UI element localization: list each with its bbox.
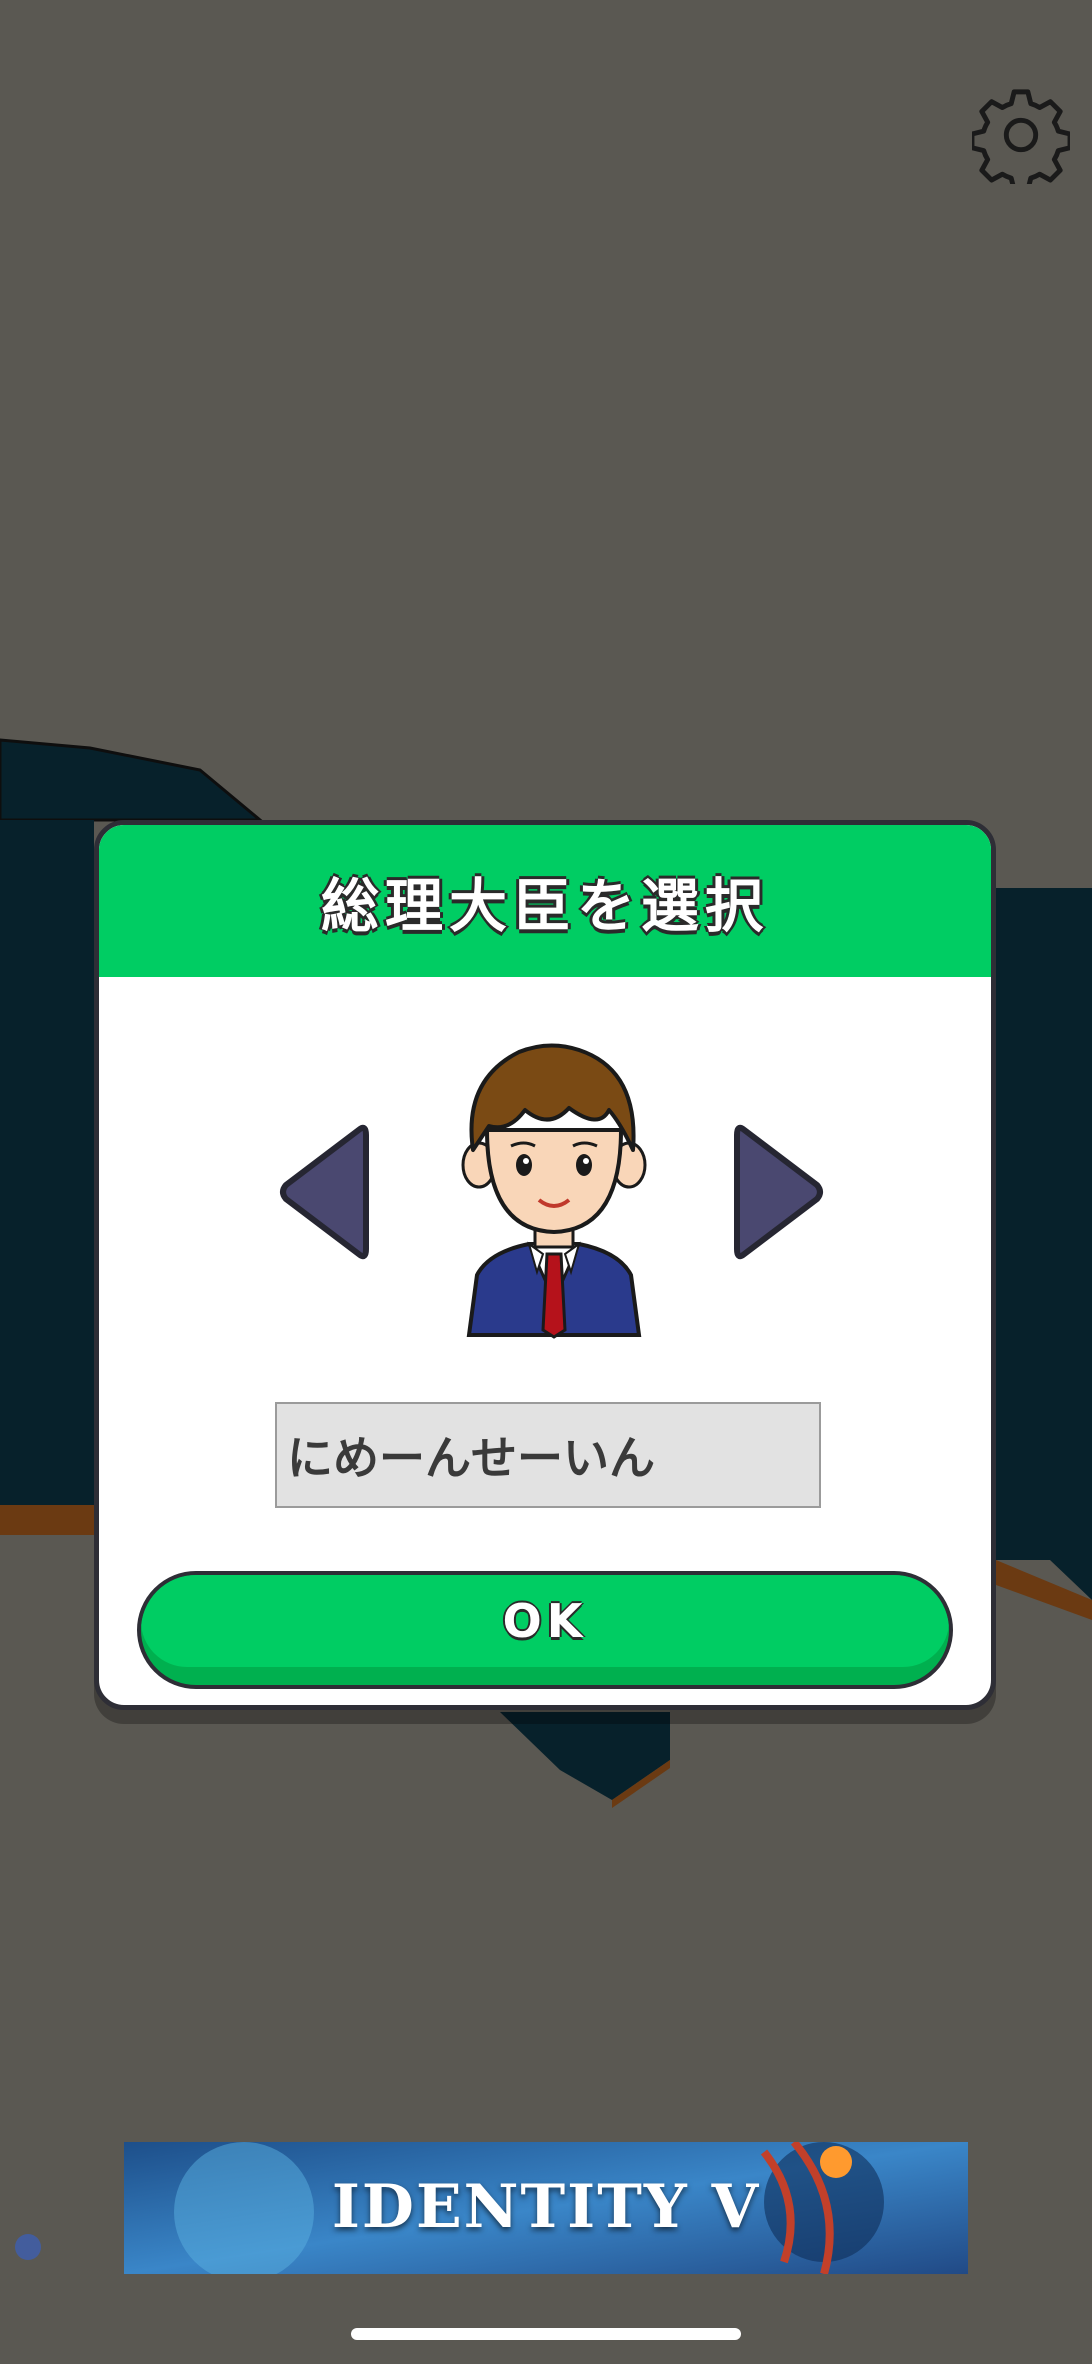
- ad-info-icon[interactable]: [15, 2234, 41, 2260]
- ad-banner[interactable]: IDENTITY V: [124, 2142, 968, 2274]
- gear-icon[interactable]: [972, 86, 1070, 184]
- ok-label: OK: [502, 1594, 588, 1648]
- triangle-left-icon[interactable]: [274, 1117, 374, 1267]
- ok-button-face: OK: [141, 1575, 949, 1667]
- select-prime-minister-dialog: 総理大臣を選択 にめーんせーいん OK: [94, 820, 996, 1710]
- avatar: [461, 1043, 647, 1339]
- home-indicator[interactable]: [351, 2328, 741, 2340]
- ad-text: IDENTITY V: [331, 2172, 761, 2242]
- name-field[interactable]: にめーんせーいん: [275, 1402, 821, 1508]
- triangle-right-icon[interactable]: [729, 1117, 829, 1267]
- dialog-title: 総理大臣を選択: [320, 872, 769, 940]
- ok-button[interactable]: OK: [137, 1571, 953, 1689]
- dialog-header: 総理大臣を選択: [99, 825, 991, 977]
